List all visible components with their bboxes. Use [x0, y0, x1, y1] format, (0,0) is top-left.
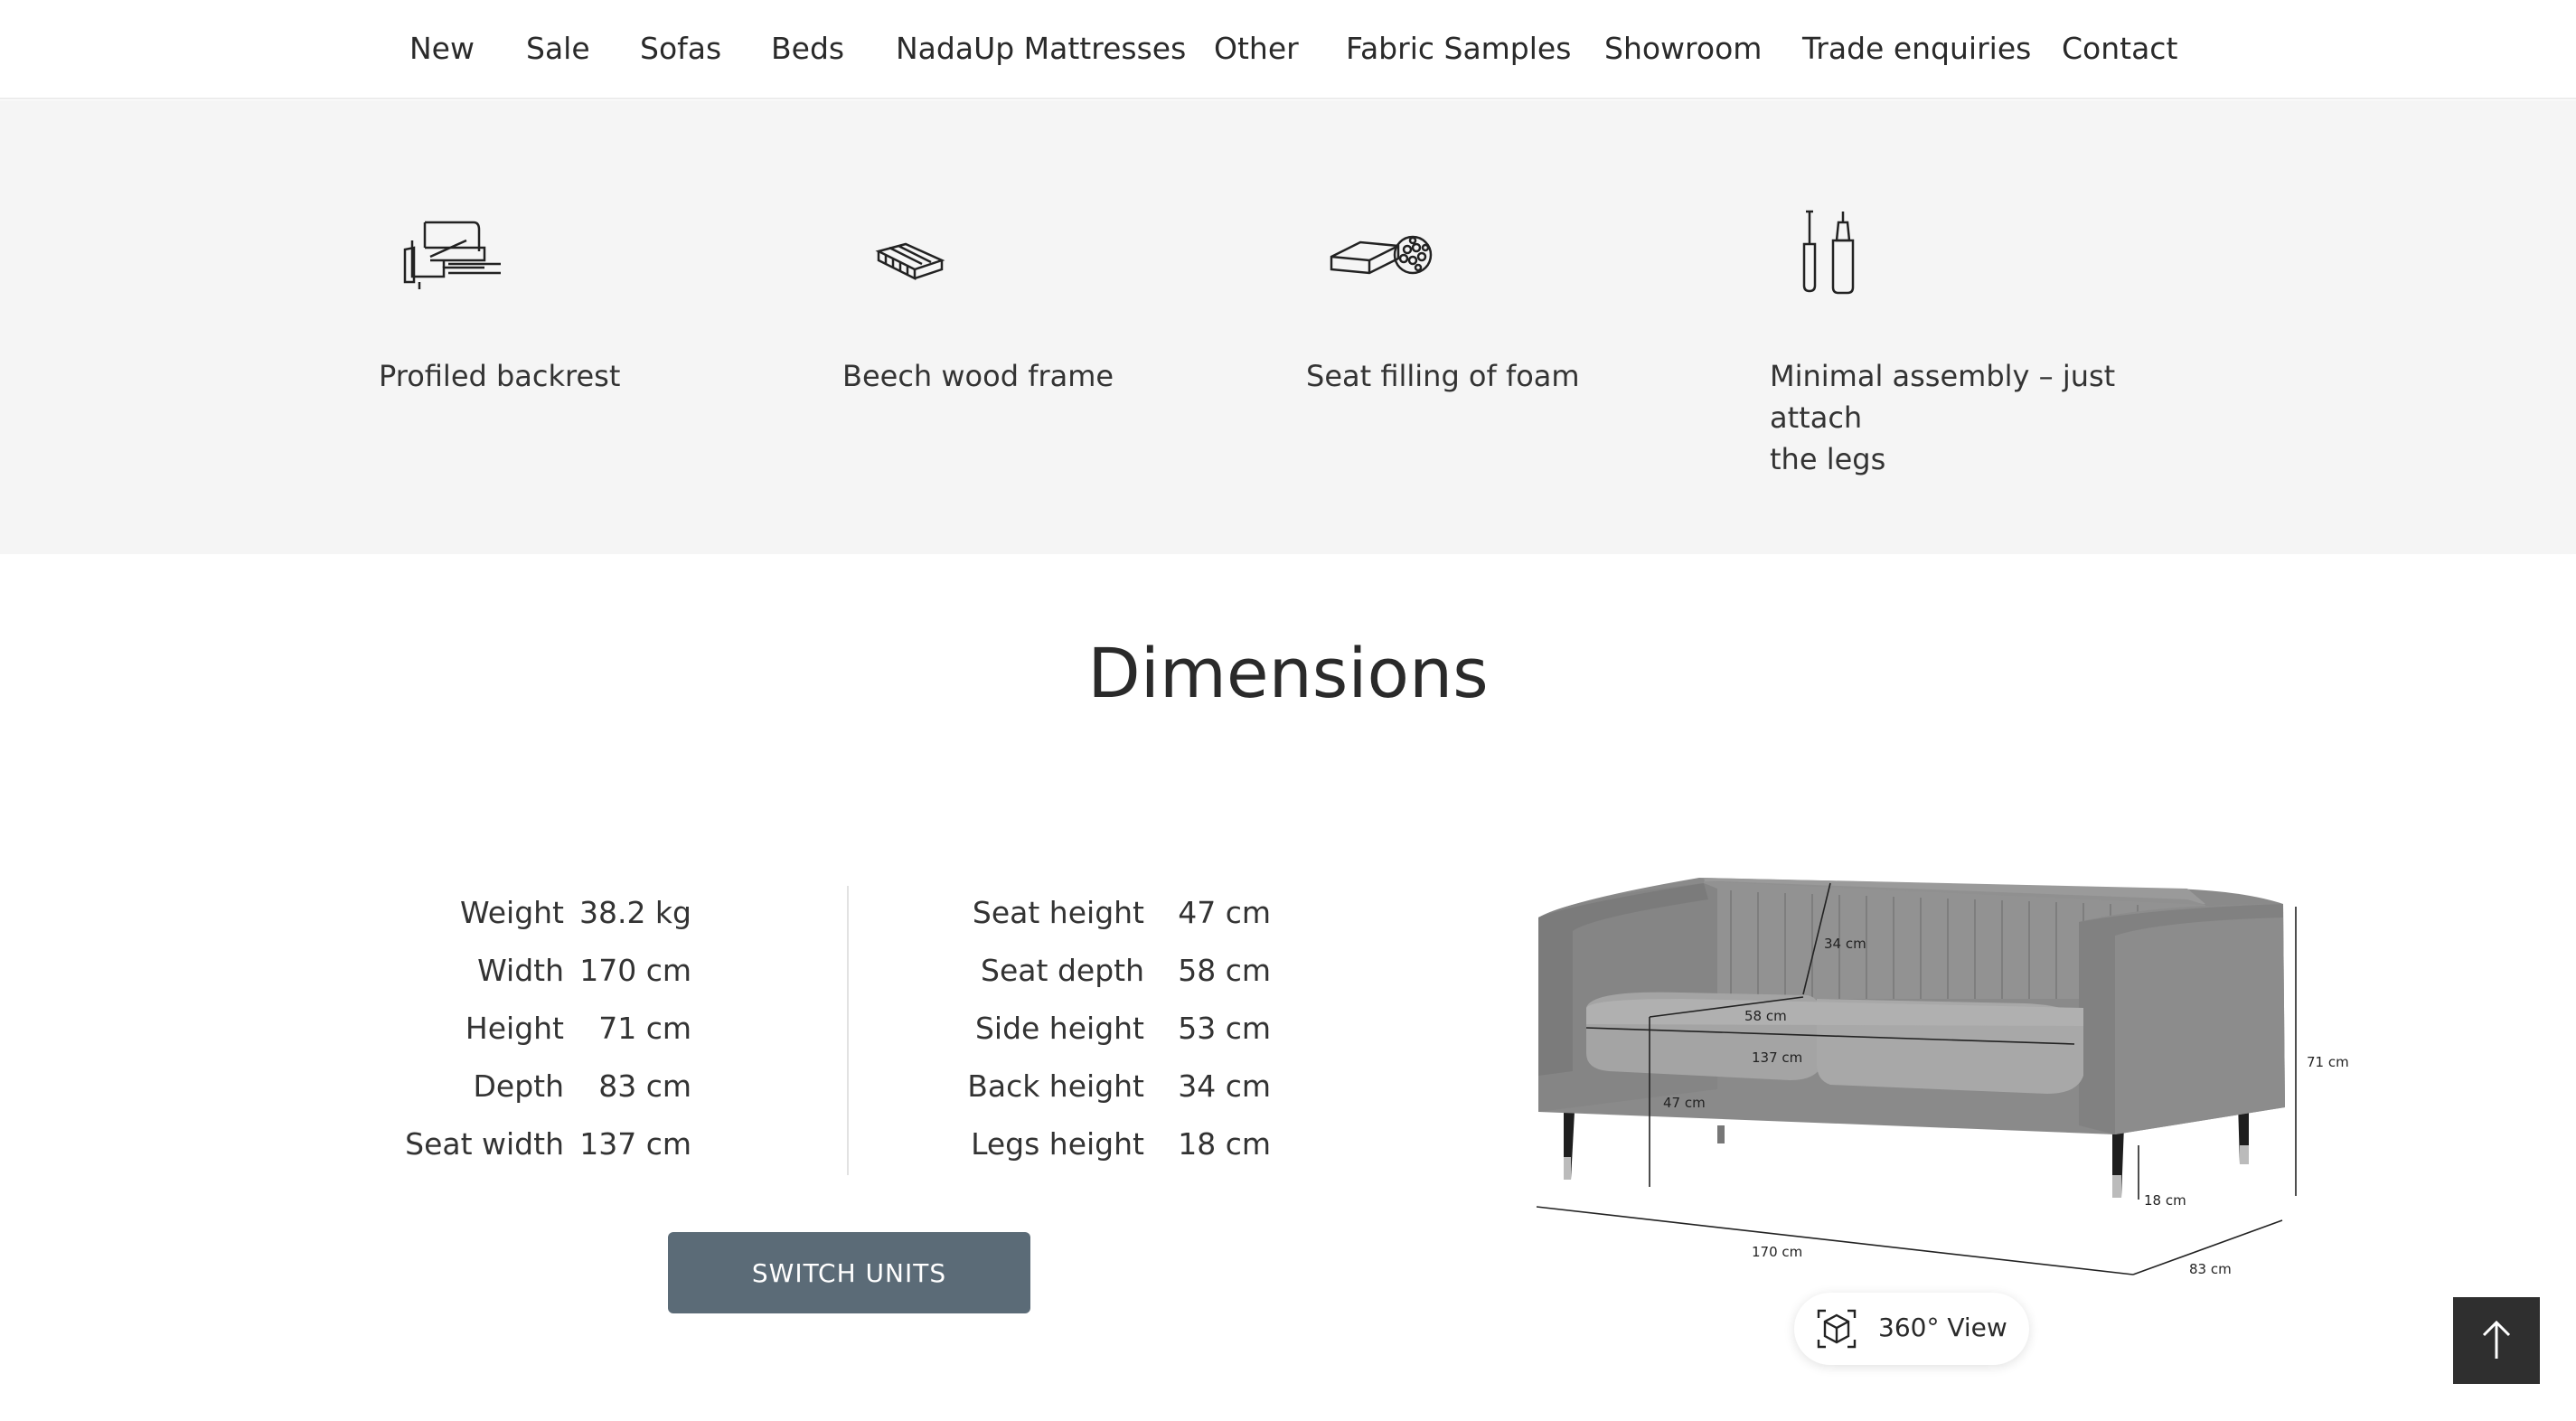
- spec-label: Height: [465, 1011, 564, 1046]
- 360-view-label: 360° View: [1878, 1313, 2007, 1342]
- 3d-cube-icon: [1817, 1309, 1857, 1349]
- dim-label-back-height: 34 cm: [1824, 936, 1866, 952]
- back-to-top-button[interactable]: [2453, 1297, 2540, 1384]
- dim-label-seat-width: 137 cm: [1752, 1049, 1802, 1066]
- dim-label-depth: 83 cm: [2189, 1261, 2232, 1277]
- wood-frame-icon: [875, 242, 945, 281]
- spec-label: Seat depth: [981, 953, 1144, 988]
- spec-label: Side height: [974, 1011, 1144, 1046]
- spec-value: 83 cm: [598, 1068, 691, 1104]
- nav-item-beds[interactable]: Beds: [771, 31, 844, 66]
- spec-label: Depth: [473, 1068, 564, 1104]
- foam-filling-icon: [1330, 235, 1433, 275]
- nav-item-contact[interactable]: Contact: [2062, 31, 2177, 66]
- nav-item-fabric-samples[interactable]: Fabric Samples: [1346, 31, 1571, 66]
- features-section: Profiled backrest Beech wood frame Seat …: [0, 100, 2576, 554]
- nav-item-sofas[interactable]: Sofas: [640, 31, 721, 66]
- spec-label: Weight: [460, 895, 564, 930]
- feature-label-line: the legs: [1770, 442, 1886, 476]
- spec-value: 53 cm: [1178, 1011, 1271, 1046]
- nav-item-trade-enquiries[interactable]: Trade enquiries: [1802, 31, 2031, 66]
- feature-label: Minimal assembly – just attach the legs: [1770, 355, 2195, 480]
- sofa-backrest-icon: [403, 221, 501, 289]
- dim-label-legs: 18 cm: [2144, 1192, 2186, 1209]
- nav-item-new[interactable]: New: [409, 31, 475, 66]
- 360-view-button[interactable]: 360° View: [1794, 1293, 2029, 1365]
- spec-value: 170 cm: [579, 953, 691, 988]
- nav-item-sale[interactable]: Sale: [526, 31, 590, 66]
- sofa-dimension-diagram: 34 cm 58 cm 137 cm 47 cm 71 cm 18 cm 170…: [1536, 878, 2349, 1277]
- nav-item-nadaup-mattresses[interactable]: NadaUp Mattresses: [896, 31, 1186, 66]
- spec-label: Back height: [967, 1068, 1144, 1104]
- spec-value: 137 cm: [579, 1126, 691, 1162]
- spec-label: Seat width: [405, 1126, 564, 1162]
- nav-item-other[interactable]: Other: [1214, 31, 1299, 66]
- spec-label: Seat height: [972, 895, 1144, 930]
- main-nav: New Sale Sofas Beds NadaUp Mattresses Ot…: [0, 0, 2576, 99]
- nav-item-showroom[interactable]: Showroom: [1604, 31, 1762, 66]
- dim-label-seat-height: 47 cm: [1663, 1095, 1706, 1111]
- feature-label: Profiled backrest: [379, 359, 621, 393]
- spec-label: Legs height: [971, 1126, 1144, 1162]
- spec-value: 58 cm: [1178, 953, 1271, 988]
- sofa-leg-tip: [1564, 1157, 1571, 1180]
- feature-label: Beech wood frame: [842, 359, 1114, 393]
- assembly-tools-icon: [1802, 210, 1855, 295]
- dim-label-height: 71 cm: [2307, 1054, 2349, 1070]
- dimensions-title: Dimensions: [1087, 633, 1489, 713]
- spec-label: Width: [477, 953, 564, 988]
- dim-label-width: 170 cm: [1752, 1244, 1802, 1260]
- spec-value: 34 cm: [1178, 1068, 1271, 1104]
- switch-units-button[interactable]: SWITCH UNITS: [668, 1232, 1030, 1313]
- dim-label-seat-depth: 58 cm: [1744, 1008, 1787, 1024]
- spec-value: 18 cm: [1178, 1126, 1271, 1162]
- feature-label-line: Minimal assembly – just attach: [1770, 359, 2116, 435]
- spec-value: 38.2 kg: [578, 895, 691, 930]
- spec-divider: [847, 886, 849, 1175]
- sofa-leg-tip: [2240, 1145, 2249, 1164]
- feature-label: Seat filling of foam: [1306, 359, 1580, 393]
- sofa-leg-tip: [2112, 1175, 2121, 1198]
- arrow-up-icon: [2482, 1320, 2511, 1359]
- sofa-leg: [1717, 1125, 1725, 1143]
- spec-value: 47 cm: [1178, 895, 1271, 930]
- spec-value: 71 cm: [598, 1011, 691, 1046]
